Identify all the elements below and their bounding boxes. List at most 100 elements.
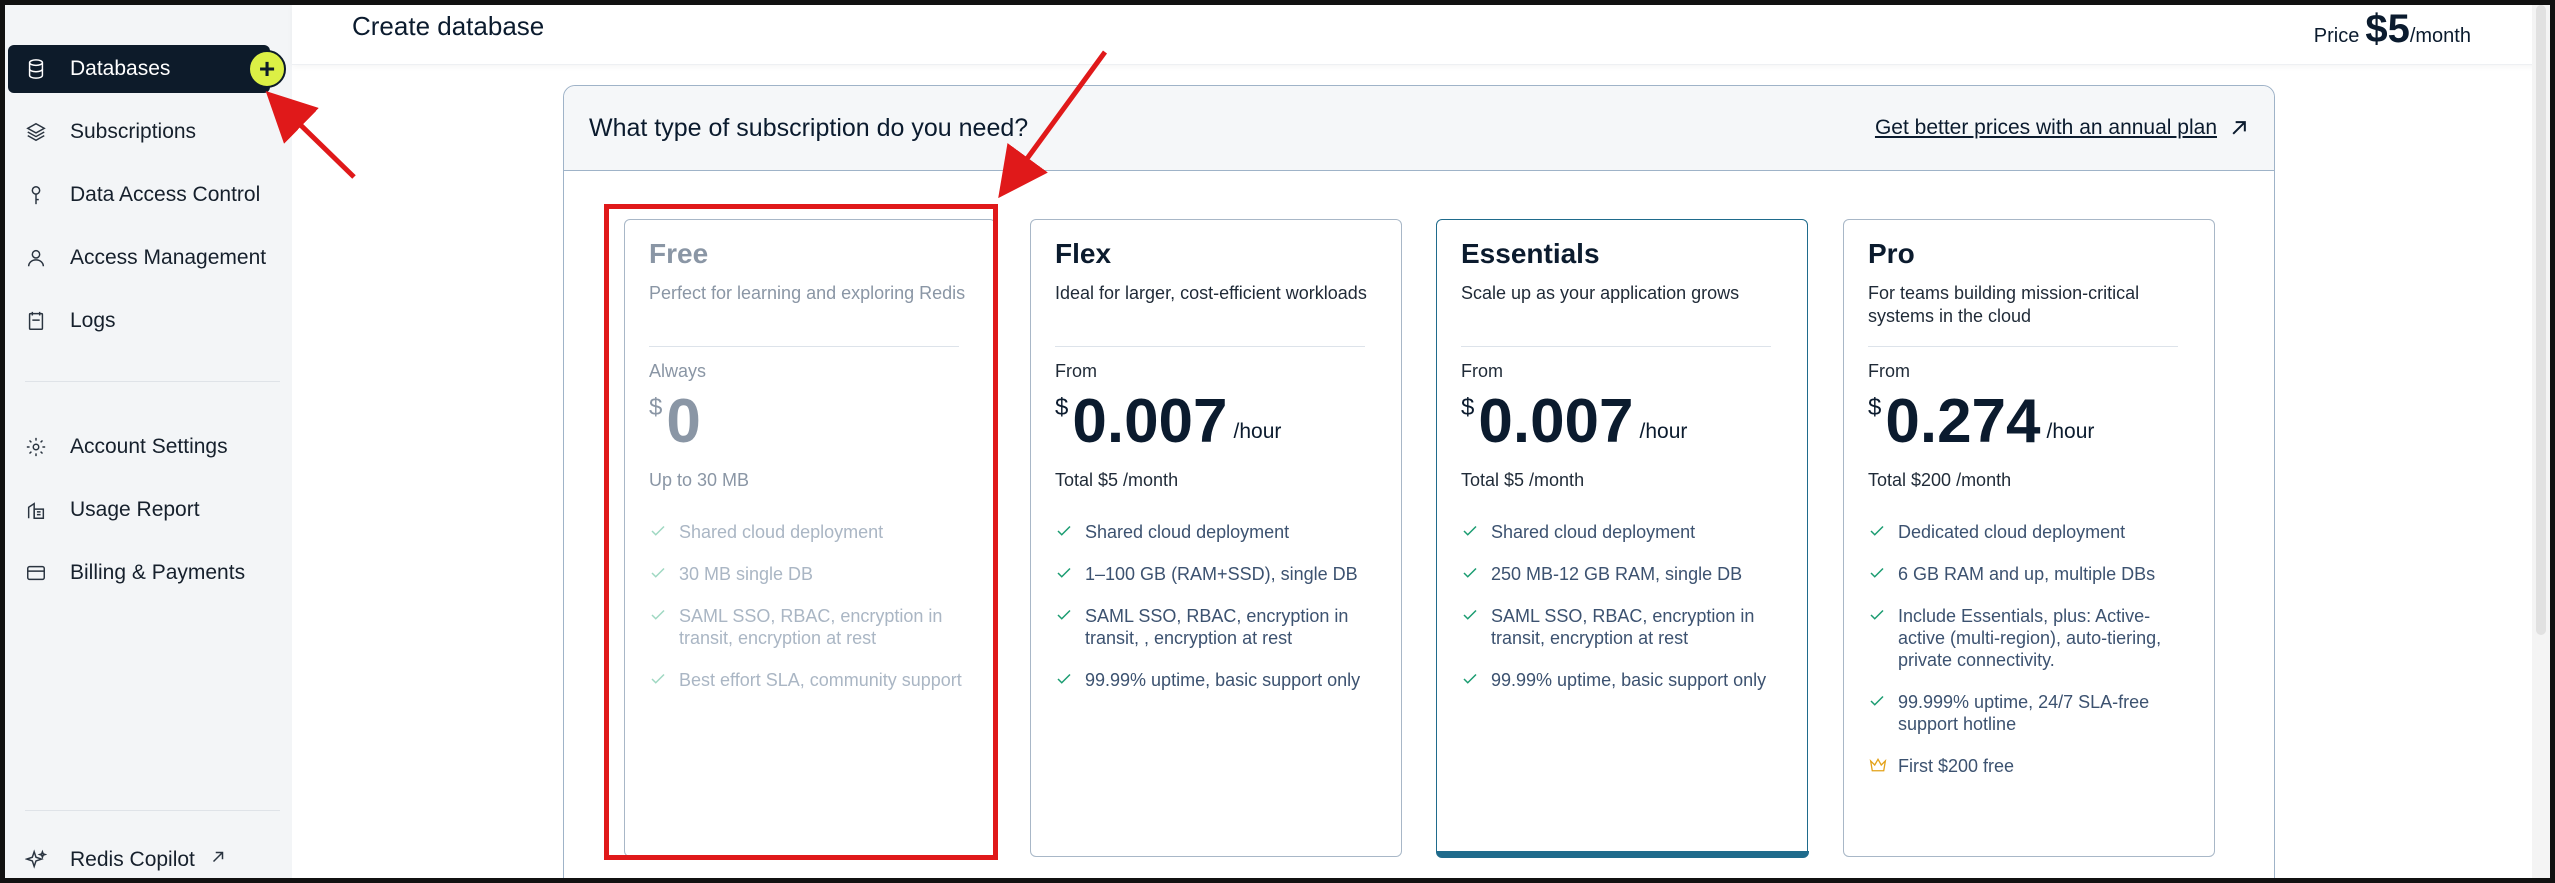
annual-plan-link[interactable]: Get better prices with an annual plan (1875, 116, 2249, 140)
log-icon (24, 309, 48, 333)
crown-icon (1868, 756, 1888, 776)
plan-card-pro[interactable]: Pro For teams building mission-critical … (1843, 219, 2215, 857)
sidebar-item-label: Logs (70, 309, 116, 332)
plan-currency: $ (1868, 394, 1882, 421)
sidebar-divider (25, 810, 280, 811)
price-summary: Price $5 /month (2314, 7, 2471, 52)
feature-text: Shared cloud deployment (1491, 522, 1696, 542)
plan-currency: $ (1055, 394, 1069, 421)
plan-description: Scale up as your application grows (1461, 283, 1740, 303)
feature-text: 6 GB RAM and up, multiple DBs (1898, 564, 2156, 584)
plan-name: Flex (1055, 238, 1112, 269)
bonus-text: First $200 free (1898, 756, 2015, 776)
plus-icon: + (258, 53, 276, 84)
plan-price-value: 0.274 (1885, 387, 2041, 456)
sidebar-item-databases[interactable]: Databases (8, 45, 270, 93)
feature-item: Dedicated cloud deployment (1868, 521, 2190, 543)
check-icon (1461, 670, 1481, 690)
check-icon (1055, 606, 1075, 626)
feature-item: SAML SSO, RBAC, encryption in transit, e… (1461, 605, 1783, 649)
sidebar-item-logs[interactable]: Logs (8, 297, 270, 345)
feature-text: 99.99% uptime, basic support only (1085, 670, 1361, 690)
plan-price-value: 0.007 (1478, 387, 1634, 456)
check-icon (1868, 564, 1888, 584)
key-icon (24, 183, 48, 207)
plan-description: Ideal for larger, cost-efficient workloa… (1055, 283, 1367, 303)
sidebar-item-label: Data Access Control (70, 183, 261, 206)
feature-item: 99.999% uptime, 24/7 SLA-free support ho… (1868, 691, 2190, 735)
check-icon (1055, 522, 1075, 542)
report-icon (24, 498, 48, 522)
feature-text: SAML SSO, RBAC, encryption in transit, e… (1491, 606, 1755, 648)
sidebar-item-label: Billing & Payments (70, 561, 246, 584)
feature-item: 250 MB-12 GB RAM, single DB (1461, 563, 1783, 585)
sidebar-item-account-settings[interactable]: Account Settings (8, 423, 270, 471)
feature-item: 6 GB RAM and up, multiple DBs (1868, 563, 2190, 585)
page-title: Create database (352, 11, 545, 41)
feature-text: 99.99% uptime, basic support only (1491, 670, 1767, 690)
feature-text: Shared cloud deployment (1085, 522, 1290, 542)
feature-item: Shared cloud deployment (1055, 521, 1377, 543)
gear-icon (24, 435, 48, 459)
price-label: Price (2313, 25, 2360, 47)
plan-price-unit: /hour (2046, 420, 2095, 443)
layers-icon (24, 120, 48, 144)
sidebar-item-usage-report[interactable]: Usage Report (8, 486, 270, 534)
plan-price-unit: /hour (1639, 420, 1688, 443)
plan-currency: $ (1461, 394, 1475, 421)
sidebar-item-data-access-control[interactable]: Data Access Control (8, 171, 270, 219)
plan-total: Total $5 /month (1461, 470, 1585, 490)
plan-card-flex[interactable]: Flex Ideal for larger, cost-efficient wo… (1030, 219, 1402, 857)
check-icon (1461, 522, 1481, 542)
plan-price-unit: /hour (1233, 420, 1282, 443)
check-icon (1461, 564, 1481, 584)
database-icon (24, 57, 48, 81)
plan-price-prefix: From (1868, 361, 1910, 381)
scrollbar-thumb[interactable] (2536, 5, 2546, 635)
feature-item: 99.99% uptime, basic support only (1461, 669, 1783, 691)
check-icon (1461, 606, 1481, 626)
plan-description: For teams building mission-critical syst… (1868, 283, 2140, 326)
sparkle-icon (24, 848, 48, 872)
plan-separator (1461, 346, 1771, 347)
user-icon (24, 246, 48, 270)
annual-plan-link-label: Get better prices with an annual plan (1874, 116, 2217, 139)
price-period: /month (2409, 25, 2471, 47)
plan-features: Shared cloud deployment 1–100 GB (RAM+SS… (1055, 521, 1377, 691)
sidebar-item-billing-payments[interactable]: Billing & Payments (8, 549, 270, 597)
plan-total: Total $5 /month (1055, 470, 1179, 490)
external-link-icon (209, 848, 227, 866)
panel-header: What type of subscription do you need? G… (564, 86, 2274, 171)
plan-name: Pro (1868, 238, 1915, 269)
sidebar-item-label: Account Settings (70, 435, 228, 458)
sidebar-item-label: Access Management (70, 246, 267, 269)
vertical-scrollbar[interactable] (2532, 5, 2550, 878)
plan-price: $ 0.007 /hour (1055, 390, 1377, 454)
feature-item: 99.99% uptime, basic support only (1055, 669, 1377, 691)
feature-item: SAML SSO, RBAC, encryption in transit, ,… (1055, 605, 1377, 649)
plan-price: $ 0.007 /hour (1461, 390, 1783, 454)
price-amount: $5 (2365, 7, 2410, 51)
card-icon (24, 561, 48, 585)
check-icon (1868, 606, 1888, 626)
feature-item: 1–100 GB (RAM+SSD), single DB (1055, 563, 1377, 585)
plan-price-prefix: From (1461, 361, 1503, 381)
plan-features: Dedicated cloud deployment 6 GB RAM and … (1868, 521, 2190, 777)
top-bar: Create database Price $5 /month (292, 5, 2540, 65)
sidebar-item-subscriptions[interactable]: Subscriptions (8, 108, 270, 156)
feature-text: 99.999% uptime, 24/7 SLA-free support ho… (1898, 692, 2150, 734)
plan-card-essentials[interactable]: Essentials Scale up as your application … (1435, 219, 1809, 858)
add-database-button[interactable]: + (248, 50, 286, 88)
feature-text: 1–100 GB (RAM+SSD), single DB (1085, 564, 1358, 584)
sidebar-item-access-management[interactable]: Access Management (8, 234, 270, 282)
plan-features: Shared cloud deployment 250 MB-12 GB RAM… (1461, 521, 1783, 691)
sidebar: Databases + Subscriptions Data Access Co… (5, 5, 292, 878)
sidebar-item-label: Usage Report (70, 498, 200, 521)
plan-name: Essentials (1461, 238, 1600, 269)
plan-total: Total $200 /month (1868, 470, 2012, 490)
arrow-up-right-icon (2232, 121, 2246, 135)
sidebar-item-redis-copilot[interactable]: Redis Copilot (8, 848, 270, 883)
feature-text: 250 MB-12 GB RAM, single DB (1491, 564, 1743, 584)
feature-item: Shared cloud deployment (1461, 521, 1783, 543)
bonus-item: First $200 free (1868, 755, 2190, 777)
